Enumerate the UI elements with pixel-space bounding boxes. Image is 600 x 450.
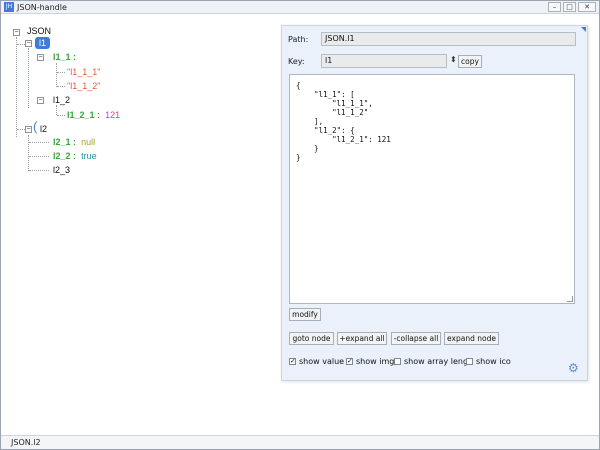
checkbox-label: show img [356, 357, 395, 366]
show-value-checkbox[interactable]: ✓ show value [289, 357, 344, 366]
expand-all-button[interactable]: +expand all [337, 332, 387, 345]
corner-marker-icon [581, 27, 586, 32]
tree-connector [16, 37, 17, 137]
path-label: Path: [288, 35, 309, 44]
tree-pair-l2-2[interactable]: l2_2 : true [53, 151, 97, 161]
tree-connector [57, 72, 65, 73]
tree-connector [28, 48, 29, 108]
expander-l2-icon[interactable]: − [25, 126, 32, 133]
tree-connector [57, 115, 65, 116]
checkbox-checked-icon: ✓ [346, 357, 353, 365]
expander-l1-1-icon[interactable]: − [37, 54, 44, 61]
json-tree: − JSON − l1 − l1_1 : "l1_1_1" "l1_1_2" −… [1, 15, 277, 435]
tree-connector [57, 86, 65, 87]
show-img-checkbox[interactable]: ✓ show img [346, 357, 394, 366]
key-label: l1_1 [53, 52, 71, 62]
tree-pair-l1-2-1[interactable]: l1_2_1 : 121 [67, 110, 120, 120]
tree-connector [29, 156, 49, 157]
expand-node-button[interactable]: expand node [444, 332, 499, 345]
tree-value-l1-1-1[interactable]: "l1_1_1" [67, 67, 100, 77]
app-window: JH JSON-handle – □ ✕ − JSON − l1 − l1_1 … [0, 0, 600, 450]
bool-value: true [81, 151, 97, 161]
key-spinner-icon[interactable]: ⬍ [450, 55, 457, 64]
checkbox-label: show value [299, 357, 345, 366]
tree-connector [28, 135, 29, 171]
checkbox-unchecked-icon [466, 358, 473, 365]
expander-l1-2-icon[interactable]: − [37, 97, 44, 104]
copy-button[interactable]: copy [458, 55, 482, 68]
title-bar: JH JSON-handle – □ ✕ [1, 1, 599, 14]
tree-node-l1-2[interactable]: l1_2 [53, 95, 70, 105]
key-label: l2_2 [53, 151, 71, 161]
tree-connector [56, 63, 57, 87]
expander-root-icon[interactable]: − [13, 29, 20, 36]
checkbox-label: show array leng [404, 357, 469, 366]
key-input[interactable]: l1 [321, 54, 447, 68]
window-controls: – □ ✕ [548, 2, 596, 12]
tree-connector [29, 170, 49, 171]
tree-value-l1-1-2[interactable]: "l1_1_2" [67, 81, 100, 91]
show-ico-checkbox[interactable]: show ico [466, 357, 511, 366]
checkbox-label: show ico [476, 357, 511, 366]
window-title: JSON-handle [17, 2, 67, 12]
expander-l1-icon[interactable]: − [25, 40, 32, 47]
number-value: 121 [105, 110, 121, 120]
maximize-button[interactable]: □ [563, 2, 576, 12]
checkbox-unchecked-icon [394, 358, 401, 365]
close-button[interactable]: ✕ [578, 2, 596, 12]
bracket-icon: ( [33, 119, 38, 134]
tree-connector [56, 105, 57, 115]
tree-node-root[interactable]: JSON [27, 26, 51, 36]
key-colon: : [73, 52, 77, 62]
gear-icon[interactable]: ⚙ [568, 362, 580, 374]
goto-node-button[interactable]: goto node [289, 332, 334, 345]
tree-node-l1-selected[interactable]: l1 [35, 37, 51, 49]
key-colon: : [73, 151, 77, 161]
tree-pair-l2-1[interactable]: l2_1 : null [53, 137, 95, 147]
node-detail-panel: Path: JSON.l1 Key: l1 ⬍ copy { "l1_1": [… [281, 25, 588, 381]
editor-resize-grip-icon[interactable] [567, 296, 573, 302]
minimize-button[interactable]: – [548, 2, 561, 12]
checkbox-checked-icon: ✓ [289, 357, 296, 365]
path-field[interactable]: JSON.l1 [321, 32, 576, 46]
tree-node-l2[interactable]: l2 [40, 124, 47, 134]
modify-button[interactable]: modify [289, 308, 321, 321]
key-colon: : [97, 110, 101, 120]
tree-connector [29, 142, 49, 143]
key-colon: : [73, 137, 77, 147]
app-logo-icon: JH [4, 2, 14, 12]
status-bar: JSON.l2 [1, 435, 599, 449]
tree-key-l1-1[interactable]: l1_1 : [53, 52, 76, 62]
tree-node-l2-3[interactable]: l2_3 [53, 165, 70, 175]
null-value: null [81, 137, 96, 147]
key-label: l1_2_1 [67, 110, 95, 120]
key-label: Key: [288, 57, 305, 66]
show-array-length-checkbox[interactable]: show array leng [394, 357, 468, 366]
collapse-all-button[interactable]: -collapse all [391, 332, 441, 345]
json-editor[interactable]: { "l1_1": [ "l1_1_1", "l1_1_2" ], "l1_2"… [289, 74, 575, 304]
key-label: l2_1 [53, 137, 71, 147]
